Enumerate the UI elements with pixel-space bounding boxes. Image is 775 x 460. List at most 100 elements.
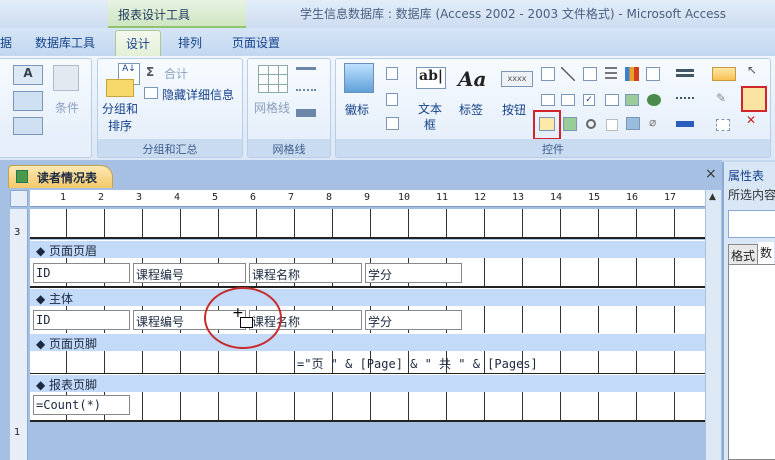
select-pointer-icon[interactable]: ↖: [747, 63, 757, 77]
tab-data[interactable]: 数: [758, 242, 775, 264]
activex-controls-icon[interactable]: [741, 86, 767, 112]
section-label: 页面页眉: [49, 244, 98, 258]
line-width-icon[interactable]: [296, 67, 316, 70]
report-header-section[interactable]: [30, 209, 705, 239]
ruler-mark: 8: [326, 192, 333, 203]
ribbon-tabs: 据 数据库工具 设计 排列 页面设置: [0, 28, 775, 57]
textbox-button[interactable]: 文本 框: [418, 101, 442, 133]
page-number-icon[interactable]: [386, 93, 398, 106]
section-label: 报表页脚: [49, 378, 98, 392]
option-button-icon[interactable]: [586, 119, 596, 129]
fill-color-icon[interactable]: [13, 91, 43, 111]
button-button[interactable]: 按钮: [502, 101, 526, 118]
tab-external-data[interactable]: 据: [0, 34, 12, 51]
ruler-mark: 2: [98, 192, 105, 203]
toggle-button-icon[interactable]: [606, 119, 618, 131]
line-color-icon[interactable]: [296, 109, 316, 117]
gridline-table-icon[interactable]: [13, 117, 43, 135]
vertical-scrollbar[interactable]: ▲: [705, 190, 721, 460]
header-label-course-id[interactable]: 课程编号: [133, 263, 246, 283]
button-icon: xxxx: [501, 71, 533, 87]
line-color-pen-icon[interactable]: [676, 121, 694, 127]
tab-arrange[interactable]: 排列: [178, 34, 202, 51]
grouping-group: A↓ 分组和 排序 Σ 合计 隐藏详细信息 分组和汇总: [97, 58, 243, 158]
list-box-icon[interactable]: [646, 67, 660, 81]
selection-dropdown[interactable]: [728, 210, 775, 238]
page-number-expression[interactable]: ="页 " & [Page] & " 共 " & [Pages]: [295, 353, 538, 373]
property-sheet: 属性表 所选内容 格式 数: [722, 162, 775, 460]
ribbon: A 条件 A↓ 分组和 排序 Σ 合计 隐藏详细信息 分组和汇总 网格线 网格线…: [0, 56, 775, 160]
set-control-defaults-icon[interactable]: [712, 67, 736, 81]
combo-box-icon[interactable]: [541, 67, 555, 81]
tab-page-setup[interactable]: 页面设置: [232, 34, 280, 51]
ruler-mark: 15: [588, 192, 601, 203]
context-tab-report-design-tools: 报表设计工具: [108, 0, 246, 28]
tab-design[interactable]: 设计: [115, 30, 162, 57]
header-label-id[interactable]: ID: [33, 263, 130, 283]
tab-database-tools[interactable]: 数据库工具: [35, 34, 95, 51]
rectangle-icon[interactable]: [561, 94, 575, 106]
gridlines-button[interactable]: 网格线: [254, 99, 290, 116]
property-list[interactable]: [728, 264, 775, 460]
control-wizards-icon[interactable]: ✎: [716, 91, 726, 105]
report-footer-section[interactable]: [30, 392, 705, 422]
date-time-icon[interactable]: [386, 117, 399, 130]
check-box-icon[interactable]: ✓: [583, 94, 595, 106]
selection-type-label: 所选内容: [728, 188, 775, 202]
section-bar-report-footer[interactable]: ◆ 报表页脚: [30, 374, 705, 392]
title-icon[interactable]: [386, 67, 398, 80]
attachment-icon[interactable]: ⌀: [649, 115, 656, 129]
close-document-button[interactable]: ×: [705, 166, 717, 182]
ruler-mark: 10: [398, 192, 411, 203]
section-bar-page-header[interactable]: ◆ 页面页眉: [30, 240, 705, 258]
hide-details-button[interactable]: 隐藏详细信息: [162, 86, 234, 103]
tab-format[interactable]: 格式: [728, 244, 758, 266]
hyperlink-icon[interactable]: [647, 94, 661, 106]
totals-button[interactable]: 合计: [164, 65, 188, 82]
line-icon[interactable]: [561, 67, 575, 81]
vruler-mark: 1: [14, 427, 21, 438]
remove-icon[interactable]: ✕: [746, 113, 756, 127]
report-selector[interactable]: [10, 190, 28, 207]
line-type-icon[interactable]: [676, 97, 694, 99]
subform-icon[interactable]: [541, 94, 555, 106]
label-icon: Aa: [458, 67, 487, 91]
field-id[interactable]: ID: [33, 310, 130, 330]
image-icon[interactable]: [626, 117, 640, 130]
scroll-up-icon[interactable]: ▲: [709, 192, 716, 202]
line-thickness-icon[interactable]: [676, 69, 694, 72]
label-button[interactable]: 标签: [459, 101, 483, 118]
line-style-icon[interactable]: [296, 89, 316, 91]
logo-button[interactable]: 徽标: [345, 101, 369, 118]
group-icon: [106, 79, 134, 97]
conditional-format-icon[interactable]: [53, 65, 79, 91]
section-bar-page-footer[interactable]: ◆ 页面页脚: [30, 333, 705, 351]
list-control-cursor-icon: [240, 317, 253, 328]
tab-control-icon[interactable]: [605, 94, 619, 106]
sigma-icon: Σ: [146, 65, 155, 79]
chart-icon[interactable]: [625, 67, 639, 81]
option-group-icon[interactable]: [583, 67, 597, 81]
document-tab[interactable]: 读者情况表: [8, 165, 113, 188]
vertical-ruler[interactable]: 3 1: [10, 209, 28, 460]
page-break-icon[interactable]: [605, 67, 617, 81]
property-sheet-title: 属性表: [728, 169, 765, 183]
logo-icon: [344, 63, 374, 93]
select-all-icon[interactable]: [716, 119, 730, 131]
font-color-icon[interactable]: A: [13, 65, 43, 85]
field-credit[interactable]: 学分: [365, 310, 462, 330]
highlight-box-list-control: [533, 110, 561, 140]
conditional-format-button[interactable]: 条件: [55, 99, 79, 116]
horizontal-ruler[interactable]: 1 2 3 4 5 6 7 8 9 10 11 12 13 14 15 16 17: [30, 190, 705, 207]
header-label-credit[interactable]: 学分: [365, 263, 462, 283]
header-label-course-name[interactable]: 课程名称: [249, 263, 362, 283]
gridlines-icon: [258, 65, 288, 93]
bound-object-icon[interactable]: [563, 117, 577, 131]
unbound-object-icon[interactable]: [625, 94, 639, 106]
group-sort-button[interactable]: 分组和 排序: [102, 101, 138, 135]
count-expression[interactable]: =Count(*): [33, 395, 130, 415]
hide-details-icon: [144, 87, 158, 99]
section-bar-detail[interactable]: ◆ 主体: [30, 288, 705, 306]
ruler-mark: 1: [60, 192, 67, 203]
font-group: A 条件: [0, 58, 92, 158]
